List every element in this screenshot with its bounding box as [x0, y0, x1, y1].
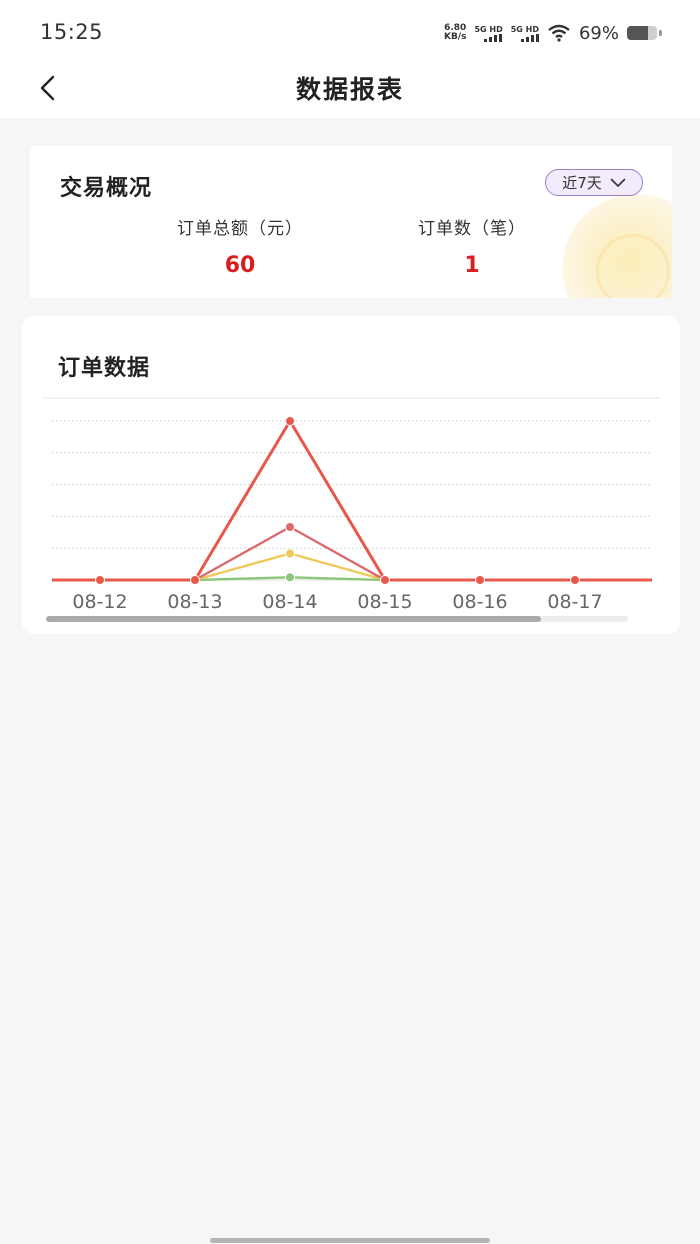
- period-label: 近7天: [562, 174, 602, 192]
- battery-cap: [659, 30, 662, 36]
- period-select[interactable]: 近7天: [545, 169, 643, 196]
- order-line-chart[interactable]: 08-12 08-13 08-14 08-15 08-16 08-17: [22, 316, 680, 616]
- x-tick-label: 08-13: [167, 591, 222, 613]
- net-speed: 6.80 KB/s: [444, 24, 466, 42]
- chart-point: [570, 575, 580, 585]
- order-data-card: 订单数据 08-12 08-13 08-14 08-15 08-16 08-17: [22, 316, 680, 634]
- battery-fill: [627, 26, 648, 40]
- net-speed-unit: KB/s: [443, 32, 467, 42]
- stat-order-count: 订单数（笔） 1: [362, 214, 582, 278]
- signal-icon: 5G HD: [511, 25, 539, 42]
- trade-overview-card: 交易概况 近7天 订单总额（元） 60 订单数（笔） 1: [30, 146, 672, 298]
- home-indicator[interactable]: [210, 1238, 490, 1243]
- sim1-label: 5G HD: [474, 24, 503, 34]
- chart-point: [285, 416, 295, 426]
- chart-point: [95, 575, 105, 585]
- chart-scrollbar[interactable]: [46, 616, 628, 622]
- x-tick-label: 08-16: [452, 591, 507, 613]
- wifi-icon: [548, 24, 570, 42]
- chart-series-line: [52, 525, 652, 582]
- decor-ring: [596, 234, 670, 298]
- page-title: 数据报表: [295, 75, 404, 104]
- status-icons: 6.80 KB/s 5G HD 5G HD 69%: [444, 22, 662, 44]
- section-title: 交易概况: [60, 176, 153, 201]
- stat-value: 1: [464, 253, 480, 278]
- battery-icon: [627, 26, 657, 40]
- sim2-label: 5G HD: [510, 24, 539, 34]
- stat-label: 订单数（笔）: [418, 219, 526, 239]
- chart-series-line: [52, 552, 652, 582]
- x-tick-label: 08-12: [72, 591, 127, 613]
- stat-value: 60: [224, 253, 256, 278]
- chart-scrollbar-thumb[interactable]: [46, 616, 541, 622]
- signal-icon: 5G HD: [474, 24, 503, 42]
- status-time: 15:25: [40, 20, 104, 44]
- chevron-down-icon: [610, 178, 626, 187]
- battery-percent: 69%: [578, 22, 619, 44]
- x-tick-label: 08-15: [357, 591, 412, 613]
- x-tick-label: 08-17: [547, 591, 602, 613]
- chart-point: [285, 572, 295, 583]
- chart-series-line: [52, 419, 652, 582]
- chart-point: [285, 522, 295, 532]
- chart-point: [475, 575, 485, 585]
- chart-point: [380, 575, 390, 585]
- nav-bar: 数据报表: [0, 62, 700, 118]
- stat-order-amount: 订单总额（元） 60: [130, 214, 350, 278]
- chart-point: [190, 575, 200, 585]
- stat-label: 订单总额（元）: [177, 219, 303, 239]
- x-tick-label: 08-14: [262, 591, 317, 613]
- status-bar: 15:25 6.80 KB/s 5G HD 5G HD 69%: [0, 0, 700, 62]
- chart-point: [285, 548, 295, 559]
